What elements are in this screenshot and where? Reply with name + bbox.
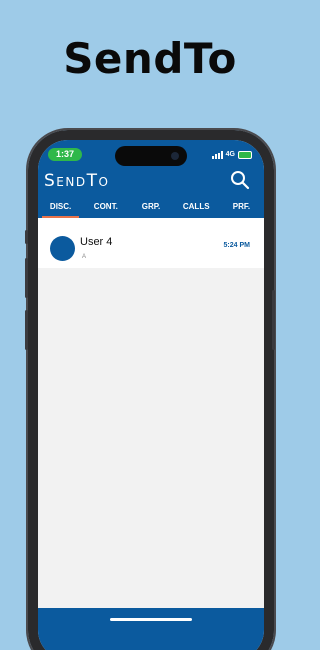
tab-calls[interactable]: CALLS [174,198,219,218]
phone-side-button-volume-up [25,258,28,298]
conversation-list: User 4 A 5:24 PM [38,218,264,608]
signal-icon [211,150,223,159]
app-title: SendTo [44,171,110,191]
conversation-preview: A [82,254,87,260]
phone-side-button-power [272,290,275,350]
tab-contacts[interactable]: CONT. [83,198,128,218]
search-button[interactable] [230,170,250,190]
bottom-bar [38,608,264,650]
app-header: 1:37 4G SendTo DISC. CONT. GRP. CALLS PR… [38,140,264,218]
conversation-item[interactable]: User 4 A 5:24 PM [38,218,264,268]
tab-bar: DISC. CONT. GRP. CALLS PRF. [38,198,264,218]
phone-screen: 1:37 4G SendTo DISC. CONT. GRP. CALLS PR… [38,140,264,650]
tab-discussions[interactable]: DISC. [38,198,83,218]
dynamic-island [115,146,187,166]
search-icon [231,171,250,190]
promo-title: SendTo [63,34,237,83]
tab-groups[interactable]: GRP. [128,198,173,218]
phone-side-button-mute [25,230,28,244]
tab-profile[interactable]: PRF. [219,198,264,218]
status-time: 1:37 [48,148,82,161]
avatar [50,236,75,261]
home-indicator[interactable] [110,618,192,621]
battery-icon [238,150,252,159]
conversation-time: 5:24 PM [223,242,250,249]
phone-side-button-volume-down [25,310,28,350]
network-type: 4G [225,151,235,158]
front-camera [171,152,179,160]
status-indicators: 4G [211,149,252,160]
conversation-name: User 4 [80,236,113,248]
status-bar: 1:37 4G [38,146,264,166]
